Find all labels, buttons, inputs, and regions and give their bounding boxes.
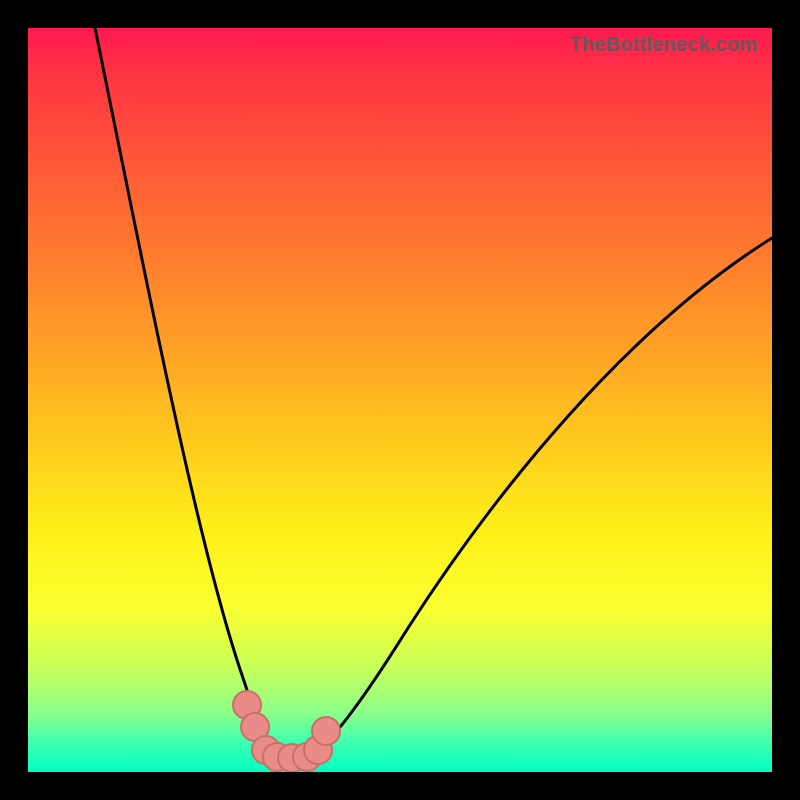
chart-frame: TheBottleneck.com (0, 0, 800, 800)
curve-overlay (28, 28, 772, 772)
bottleneck-left-curve (95, 28, 280, 754)
bottleneck-right-curve (312, 238, 772, 754)
valley-marker (312, 717, 340, 745)
valley-markers (233, 691, 340, 772)
plot-area: TheBottleneck.com (28, 28, 772, 772)
